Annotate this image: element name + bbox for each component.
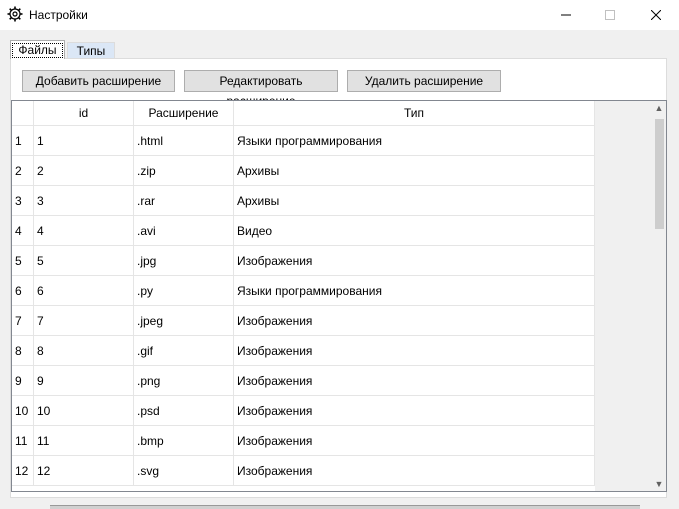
cell-id[interactable]: 11	[34, 426, 134, 456]
cell-id[interactable]: 7	[34, 306, 134, 336]
tab-files-label: Файлы	[12, 43, 63, 58]
vertical-scrollbar[interactable]: ▲ ▼	[652, 101, 666, 491]
cell-extension[interactable]: .png	[134, 366, 234, 396]
column-header-id[interactable]: id	[34, 101, 134, 126]
row-header[interactable]: 1	[12, 126, 34, 156]
row-header[interactable]: 4	[12, 216, 34, 246]
cell-type[interactable]: Изображения	[234, 246, 595, 276]
row-header[interactable]: 11	[12, 426, 34, 456]
corner-header	[12, 101, 34, 126]
cell-extension[interactable]: .psd	[134, 396, 234, 426]
cell-id[interactable]: 4	[34, 216, 134, 246]
title-bar: Настройки	[0, 0, 679, 30]
cell-type[interactable]: Архивы	[234, 156, 595, 186]
row-header[interactable]: 3	[12, 186, 34, 216]
cell-extension[interactable]: .avi	[134, 216, 234, 246]
cell-id[interactable]: 8	[34, 336, 134, 366]
minimize-button[interactable]	[543, 0, 589, 30]
bottom-edge	[50, 505, 640, 509]
cell-type[interactable]: Изображения	[234, 456, 595, 486]
cell-extension[interactable]: .html	[134, 126, 234, 156]
maximize-icon	[605, 10, 615, 20]
cell-id[interactable]: 3	[34, 186, 134, 216]
add-extension-button[interactable]: Добавить расширение	[22, 70, 175, 92]
row-header[interactable]: 5	[12, 246, 34, 276]
cell-type[interactable]: Видео	[234, 216, 595, 246]
cell-extension[interactable]: .gif	[134, 336, 234, 366]
cell-id[interactable]: 5	[34, 246, 134, 276]
row-header[interactable]: 10	[12, 396, 34, 426]
cell-extension[interactable]: .zip	[134, 156, 234, 186]
cell-extension[interactable]: .jpeg	[134, 306, 234, 336]
close-icon	[651, 10, 661, 20]
cell-extension[interactable]: .bmp	[134, 426, 234, 456]
row-header[interactable]: 7	[12, 306, 34, 336]
column-header-type[interactable]: Тип	[234, 101, 595, 126]
cell-id[interactable]: 10	[34, 396, 134, 426]
chevron-up-icon[interactable]: ▲	[652, 101, 666, 115]
scrollbar-thumb[interactable]	[655, 119, 664, 229]
cell-id[interactable]: 1	[34, 126, 134, 156]
gear-icon	[7, 6, 23, 22]
tab-types-label: Типы	[76, 44, 106, 58]
cell-type[interactable]: Языки программирования	[234, 276, 595, 306]
tab-types[interactable]: Типы	[67, 42, 115, 59]
edit-extension-button[interactable]: Редактировать расширение	[184, 70, 338, 108]
extensions-table[interactable]: id Расширение Тип 1 1 .html Языки программи…	[11, 100, 667, 492]
close-button[interactable]	[633, 0, 679, 30]
row-header[interactable]: 12	[12, 456, 34, 486]
chevron-down-icon[interactable]: ▼	[652, 477, 666, 491]
minimize-icon	[561, 14, 571, 16]
cell-type[interactable]: Языки программирования	[234, 126, 595, 156]
cell-id[interactable]: 6	[34, 276, 134, 306]
cell-type[interactable]: Изображения	[234, 366, 595, 396]
table-body: id Расширение Тип 1 1 .html Языки программи…	[12, 101, 595, 491]
cell-id[interactable]: 9	[34, 366, 134, 396]
cell-type[interactable]: Архивы	[234, 186, 595, 216]
row-header[interactable]: 2	[12, 156, 34, 186]
row-header[interactable]: 9	[12, 366, 34, 396]
cell-type[interactable]: Изображения	[234, 426, 595, 456]
window-title: Настройки	[29, 8, 88, 22]
column-header-extension[interactable]: Расширение	[134, 101, 234, 126]
cell-extension[interactable]: .rar	[134, 186, 234, 216]
row-header[interactable]: 6	[12, 276, 34, 306]
maximize-button[interactable]	[587, 0, 633, 30]
cell-id[interactable]: 2	[34, 156, 134, 186]
cell-extension[interactable]: .svg	[134, 456, 234, 486]
cell-type[interactable]: Изображения	[234, 336, 595, 366]
cell-extension[interactable]: .jpg	[134, 246, 234, 276]
cell-type[interactable]: Изображения	[234, 306, 595, 336]
delete-extension-button[interactable]: Удалить расширение	[347, 70, 501, 92]
row-header[interactable]: 8	[12, 336, 34, 366]
cell-type[interactable]: Изображения	[234, 396, 595, 426]
cell-id[interactable]: 12	[34, 456, 134, 486]
tab-files[interactable]: Файлы	[10, 40, 65, 59]
cell-extension[interactable]: .py	[134, 276, 234, 306]
